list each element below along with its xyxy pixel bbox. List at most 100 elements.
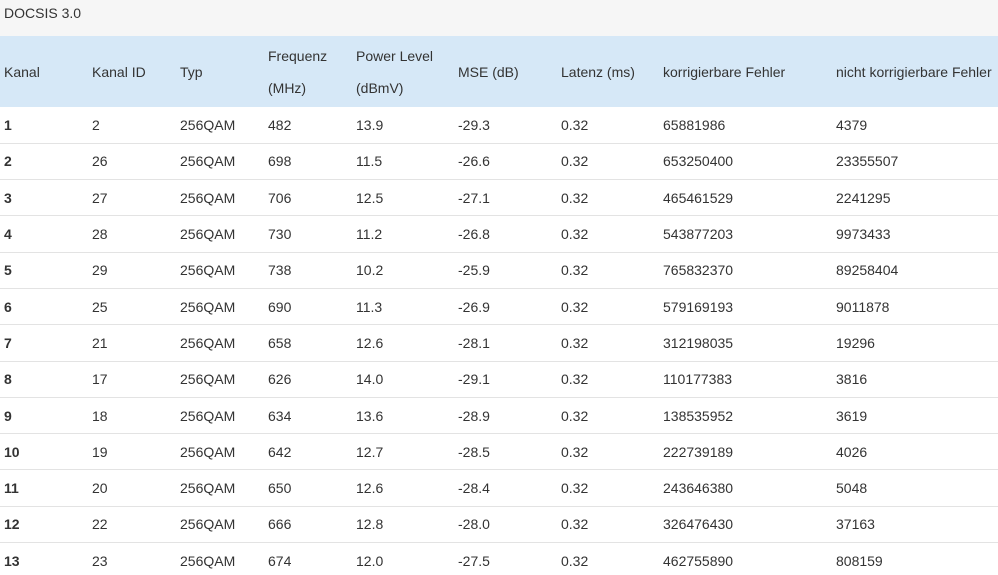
- cell-mse: -29.3: [458, 116, 490, 133]
- table-row: 1 2 256QAM 482 13.9 -29.3 0.32 65881986 4379: [0, 107, 998, 144]
- docsis-channel-table: Kanal Kanal ID Typ Frequenz (MHz) Power Level…: [0, 36, 998, 575]
- table-header: Kanal Kanal ID Typ Frequenz (MHz) Power Level…: [0, 36, 998, 107]
- cell-kanal: 3: [4, 189, 12, 206]
- cell-korrigierbare-fehler: 138535952: [663, 407, 734, 424]
- header-row: Kanal Kanal ID Typ Frequenz (MHz) Power Level…: [0, 36, 998, 107]
- table-row: 4 28 256QAM 730 11.2 -26.8 0.32 543877203 997343…: [0, 216, 998, 253]
- cell-latenz: 0.32: [561, 334, 589, 351]
- cell-latenz: 0.32: [561, 298, 589, 315]
- cell-latenz: 0.32: [561, 226, 589, 243]
- cell-typ: 256QAM: [180, 334, 236, 351]
- table-row: 11 20 256QAM 650 12.6 -28.4 0.32 243646380 5048: [0, 470, 998, 507]
- cell-power-level: 12.5: [356, 189, 384, 206]
- cell-power-level: 11.5: [356, 153, 383, 170]
- column-header-label: Latenz (ms): [561, 63, 635, 80]
- cell-mse: -25.9: [458, 262, 490, 279]
- cell-kanal: 9: [4, 407, 12, 424]
- cell-kanal-id: 26: [92, 153, 108, 170]
- cell-kanal: 4: [4, 226, 12, 243]
- cell-mse: -27.1: [458, 189, 490, 206]
- cell-frequenz: 690: [268, 298, 292, 315]
- column-header-label: Kanal: [4, 63, 40, 80]
- cell-kanal-id: 23: [92, 552, 108, 569]
- cell-power-level: 11.3: [356, 298, 383, 315]
- cell-nicht-korrigierbare-fehler: 808159: [836, 552, 883, 569]
- cell-mse: -27.5: [458, 552, 490, 569]
- cell-power-level: 13.9: [356, 116, 384, 133]
- cell-kanal: 10: [4, 443, 20, 460]
- cell-power-level: 12.6: [356, 480, 384, 497]
- column-header-label: Power Level: [356, 47, 434, 64]
- cell-latenz: 0.32: [561, 552, 589, 569]
- column-header-unit: (MHz): [268, 79, 307, 96]
- cell-latenz: 0.32: [561, 443, 589, 460]
- cell-nicht-korrigierbare-fehler: 89258404: [836, 262, 899, 279]
- cell-korrigierbare-fehler: 312198035: [663, 334, 734, 351]
- cell-power-level: 11.2: [356, 226, 383, 243]
- cell-power-level: 12.6: [356, 334, 384, 351]
- cell-kanal-id: 28: [92, 226, 108, 243]
- cell-mse: -26.9: [458, 298, 490, 315]
- cell-kanal-id: 17: [92, 371, 108, 388]
- cell-latenz: 0.32: [561, 116, 589, 133]
- cell-mse: -28.9: [458, 407, 490, 424]
- cell-latenz: 0.32: [561, 407, 589, 424]
- table-row: 6 25 256QAM 690 11.3 -26.9 0.32 579169193 901187…: [0, 288, 998, 325]
- cell-latenz: 0.32: [561, 262, 589, 279]
- cell-nicht-korrigierbare-fehler: 37163: [836, 516, 875, 533]
- column-header-label: Kanal ID: [92, 63, 146, 80]
- column-header-korrigierbare-fehler: korrigierbare Fehler: [659, 36, 832, 107]
- column-header-label: Typ: [180, 63, 203, 80]
- cell-latenz: 0.32: [561, 480, 589, 497]
- column-header-label: MSE (dB): [458, 63, 519, 80]
- cell-power-level: 12.0: [356, 552, 384, 569]
- cell-frequenz: 482: [268, 116, 292, 133]
- cell-korrigierbare-fehler: 326476430: [663, 516, 734, 533]
- cell-mse: -28.1: [458, 334, 490, 351]
- cell-frequenz: 634: [268, 407, 292, 424]
- cell-power-level: 14.0: [356, 371, 384, 388]
- table-row: 9 18 256QAM 634 13.6 -28.9 0.32 138535952 3619: [0, 397, 998, 434]
- cell-typ: 256QAM: [180, 443, 236, 460]
- cell-typ: 256QAM: [180, 226, 236, 243]
- cell-kanal-id: 20: [92, 480, 108, 497]
- cell-latenz: 0.32: [561, 153, 589, 170]
- cell-typ: 256QAM: [180, 262, 236, 279]
- cell-typ: 256QAM: [180, 189, 236, 206]
- section-title: DOCSIS 3.0: [0, 0, 998, 36]
- cell-typ: 256QAM: [180, 116, 236, 133]
- table-row: 5 29 256QAM 738 10.2 -25.9 0.32 765832370 892584…: [0, 252, 998, 289]
- cell-kanal: 1: [4, 116, 12, 133]
- column-header-label: nicht korrigierbare Fehler: [836, 63, 992, 80]
- cell-kanal: 12: [4, 516, 20, 533]
- cell-korrigierbare-fehler: 110177383: [663, 371, 733, 388]
- cell-kanal: 8: [4, 371, 12, 388]
- cell-frequenz: 674: [268, 552, 292, 569]
- cell-kanal: 6: [4, 298, 12, 315]
- cell-typ: 256QAM: [180, 153, 236, 170]
- cell-mse: -26.6: [458, 153, 490, 170]
- cell-typ: 256QAM: [180, 407, 236, 424]
- column-header-mse: MSE (dB): [454, 36, 557, 107]
- cell-kanal-id: 27: [92, 189, 108, 206]
- cell-korrigierbare-fehler: 465461529: [663, 189, 734, 206]
- cell-kanal: 2: [4, 153, 12, 170]
- cell-typ: 256QAM: [180, 480, 236, 497]
- cell-nicht-korrigierbare-fehler: 19296: [836, 334, 875, 351]
- cell-mse: -28.0: [458, 516, 490, 533]
- cell-mse: -29.1: [458, 371, 490, 388]
- cell-power-level: 12.8: [356, 516, 384, 533]
- cell-kanal: 7: [4, 334, 12, 351]
- column-header-unit: (dBmV): [356, 79, 404, 96]
- cell-frequenz: 666: [268, 516, 292, 533]
- table-row: 13 23 256QAM 674 12.0 -27.5 0.32 462755890 80815…: [0, 543, 998, 575]
- cell-korrigierbare-fehler: 65881986: [663, 116, 726, 133]
- column-header-power-level: Power Level (dBmV): [352, 36, 454, 107]
- cell-frequenz: 626: [268, 371, 292, 388]
- cell-kanal-id: 29: [92, 262, 108, 279]
- cell-kanal-id: 2: [92, 116, 100, 133]
- cell-kanal-id: 19: [92, 443, 108, 460]
- cell-kanal-id: 21: [92, 334, 108, 351]
- cell-nicht-korrigierbare-fehler: 9011878: [836, 298, 890, 315]
- cell-mse: -28.5: [458, 443, 490, 460]
